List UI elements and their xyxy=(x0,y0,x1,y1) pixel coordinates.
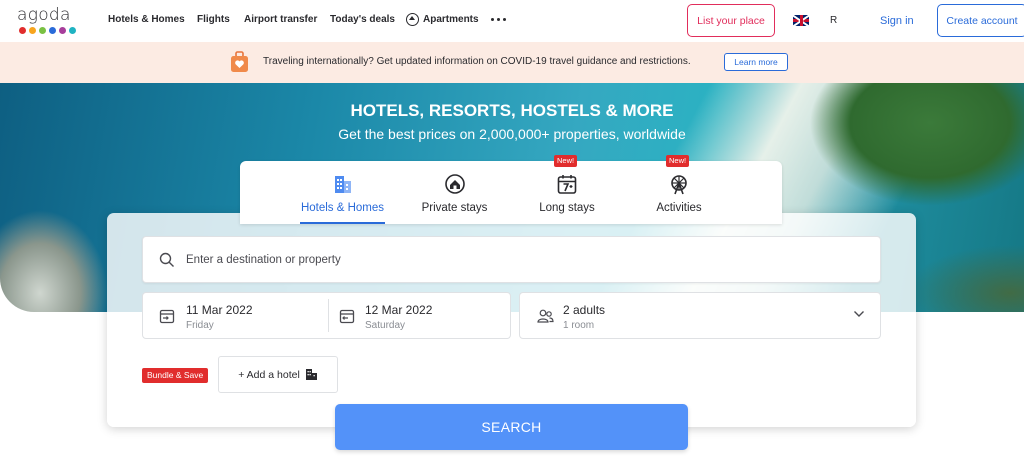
agoda-logo[interactable]: agoda xyxy=(17,5,76,37)
product-tabs: Hotels & Homes Private stays New! Long s… xyxy=(240,155,782,224)
home-icon xyxy=(445,174,465,194)
checkout-date: 12 Mar 2022 xyxy=(365,303,433,317)
top-navbar: agoda Hotels & Homes Flights Airport tra… xyxy=(0,0,1024,42)
active-tab-indicator xyxy=(300,222,385,224)
sign-in-link[interactable]: Sign in xyxy=(880,15,914,27)
search-icon xyxy=(159,252,174,267)
covid-banner-text: Traveling internationally? Get updated i… xyxy=(263,56,691,67)
covid-banner: Traveling internationally? Get updated i… xyxy=(0,42,1024,83)
logo-text: agoda xyxy=(17,5,71,25)
suitcase-heart-icon xyxy=(231,51,248,72)
home-icon xyxy=(406,13,419,26)
list-your-place-button[interactable]: List your place xyxy=(687,4,775,37)
logo-dots xyxy=(19,27,76,34)
hero-subtitle: Get the best prices on 2,000,000+ proper… xyxy=(338,126,686,142)
checkout-day: Saturday xyxy=(365,320,406,331)
bundle-save-badge: Bundle & Save xyxy=(142,368,209,383)
tab-label: Private stays xyxy=(421,202,488,214)
nav-todays-deals[interactable]: Today's deals xyxy=(330,14,395,25)
hotel-bed-icon xyxy=(305,369,317,380)
more-icon[interactable] xyxy=(491,18,506,21)
tab-label: Activities xyxy=(656,202,702,214)
search-button[interactable]: SEARCH xyxy=(335,404,688,450)
nav-apartments[interactable]: Apartments xyxy=(406,13,479,26)
chevron-down-icon xyxy=(854,311,864,317)
checkin-field[interactable]: 11 Mar 2022 Friday xyxy=(143,293,328,338)
calendar-7-icon xyxy=(557,175,577,194)
hotel-icon xyxy=(335,176,351,193)
tab-label: Long stays xyxy=(539,202,595,214)
add-hotel-button[interactable]: + Add a hotel xyxy=(218,356,338,393)
destination-input[interactable]: Enter a destination or property xyxy=(142,236,881,283)
new-badge: New! xyxy=(666,155,690,167)
date-range-picker: 11 Mar 2022 Friday 12 Mar 2022 Saturday xyxy=(142,292,511,339)
uk-flag-icon[interactable] xyxy=(793,15,809,26)
calendar-checkin-icon xyxy=(159,309,175,324)
nav-airport-transfer[interactable]: Airport transfer xyxy=(244,14,317,25)
guests-adults: 2 adults xyxy=(563,303,606,317)
new-badge: New! xyxy=(554,155,578,167)
learn-more-button[interactable]: Learn more xyxy=(724,53,788,71)
guests-selector[interactable]: 2 adults 1 room xyxy=(519,292,881,339)
checkin-day: Friday xyxy=(186,320,214,331)
people-icon xyxy=(537,309,554,323)
nav-hotels-homes[interactable]: Hotels & Homes xyxy=(108,14,185,25)
guests-rooms: 1 room xyxy=(563,320,595,331)
hero-title: HOTELS, RESORTS, HOSTELS & MORE xyxy=(350,101,674,120)
destination-placeholder: Enter a destination or property xyxy=(186,254,341,266)
checkin-date: 11 Mar 2022 xyxy=(186,303,253,317)
currency-selector[interactable]: R xyxy=(830,15,837,26)
tab-hotels-homes[interactable]: Hotels & Homes xyxy=(300,161,385,224)
nav-apartments-label: Apartments xyxy=(423,14,479,25)
create-account-button[interactable]: Create account xyxy=(937,4,1024,37)
tab-long-stays[interactable]: New! Long stays xyxy=(527,155,607,224)
nav-flights[interactable]: Flights xyxy=(197,14,230,25)
checkout-field[interactable]: 12 Mar 2022 Saturday xyxy=(329,293,511,338)
tab-activities[interactable]: New! Activities xyxy=(639,155,719,224)
tab-private-stays[interactable]: Private stays xyxy=(412,161,497,224)
add-hotel-label: + Add a hotel xyxy=(238,368,300,381)
tab-label: Hotels & Homes xyxy=(300,202,385,214)
calendar-checkout-icon xyxy=(339,309,355,324)
ferris-wheel-icon xyxy=(671,175,687,195)
